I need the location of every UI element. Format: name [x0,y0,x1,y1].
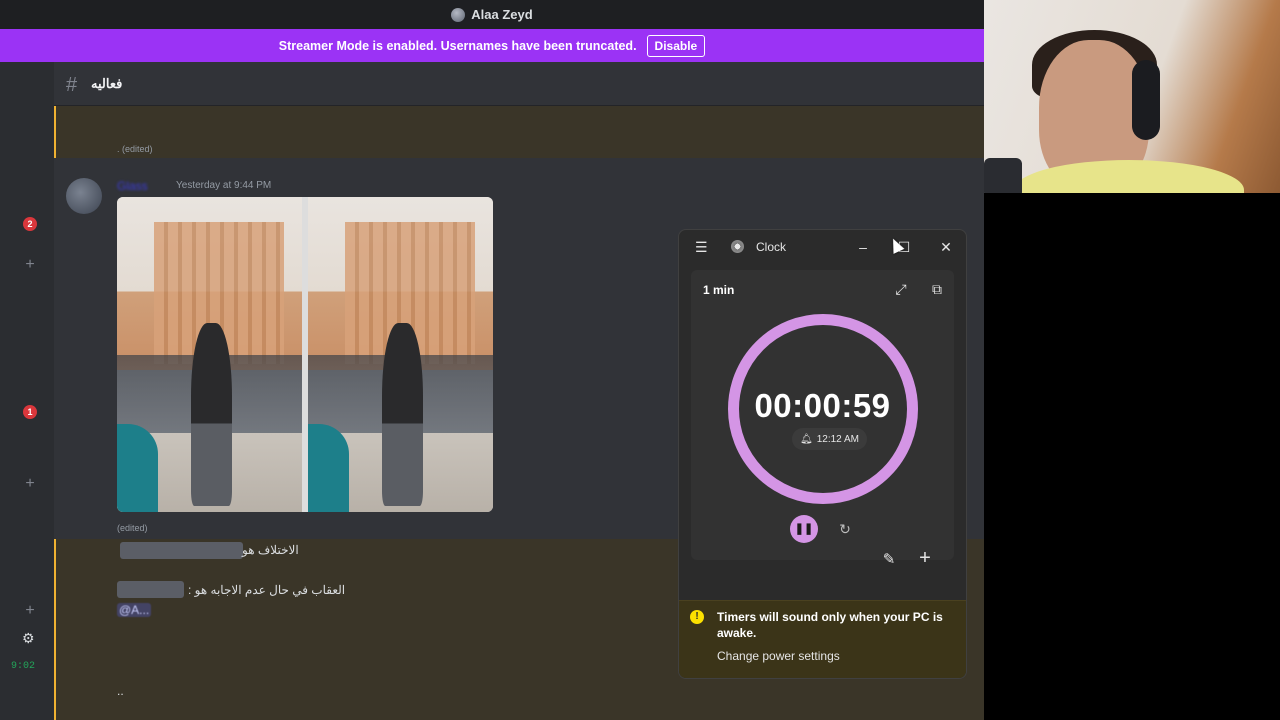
clock-app-icon [731,240,744,253]
plus-icon[interactable]: + [913,546,937,570]
message-text: الاختلاف هو [242,543,299,557]
message-text: العقاب في حال عدم الاجابه هو : [188,583,346,597]
add-server-icon[interactable]: + [22,602,38,620]
alarm-time-badge: 🔔︎ 12:12 AM [792,428,867,450]
pencil-icon[interactable]: ✎ [877,548,901,572]
window-title: Alaa Zeyd [471,7,533,22]
compact-overlay-icon[interactable]: ⧉ [927,279,947,299]
edited-label: (edited) [117,523,148,533]
alarm-time: 12:12 AM [816,433,859,445]
channel-name: فعاليه [91,76,123,91]
change-power-settings-link[interactable]: Change power settings [717,649,840,663]
expand-icon[interactable]: ⤢ [891,279,911,299]
minimize-icon[interactable]: – [851,235,875,259]
timer-countdown: 00:00:59 [754,387,891,424]
clock-time-label: 9:02 [11,661,36,672]
notification-badge: 1 [23,405,37,419]
app-title: Clock [756,240,787,254]
edited-label: . (edited) [117,144,153,154]
hashtag-icon: # [66,74,78,96]
stream-background [984,193,1280,720]
webcam-overlay [984,0,1280,193]
disable-streamer-mode-button[interactable]: Disable [646,34,706,57]
close-icon[interactable]: ✕ [934,235,958,259]
pause-button[interactable]: ❚❚ [790,515,818,543]
bell-icon: 🔔︎ [800,433,813,445]
streamer-mode-banner: Streamer Mode is enabled. Usernames have… [0,29,984,62]
user-avatar-icon [451,7,466,22]
message-author[interactable]: Glass [117,179,148,193]
hamburger-icon[interactable]: ☰ [695,239,708,256]
image-panel-left [117,197,302,512]
image-panel-right [308,197,493,512]
timer-name: 1 min [703,283,735,297]
spoiler-text[interactable] [120,542,243,559]
reset-button[interactable]: ↻ [831,515,859,543]
channel-header: # فعاليه [0,62,984,106]
avatar[interactable] [66,178,102,214]
message-image-attachment[interactable] [117,197,493,512]
clock-titlebar: ☰ Clock – ☐ ✕ [679,230,966,264]
spoiler-text[interactable] [117,581,184,598]
power-notice-bar: ! Timers will sound only when your PC is… [679,600,966,678]
streamer-mode-text: Streamer Mode is enabled. Usernames have… [278,38,637,53]
server-rail [0,62,54,720]
add-server-icon[interactable]: + [22,475,38,493]
warning-icon: ! [690,610,704,624]
user-mention[interactable]: @A... [117,603,152,617]
clock-app-window: ☰ Clock – ☐ ✕ 1 min ⤢ ⧉ 00:00:59 🔔︎ 12:1… [678,229,967,679]
highlighted-message [54,106,984,158]
notice-text: Timers will sound only when your PC is a… [717,610,943,640]
notification-badge: 2 [23,217,37,231]
window-titlebar: Alaa Zeyd [0,0,984,29]
message-timestamp: Yesterday at 9:44 PM [176,180,272,191]
settings-gear-icon[interactable]: ⚙ [22,630,35,647]
timer-card: 1 min ⤢ ⧉ 00:00:59 🔔︎ 12:12 AM ❚❚ ↻ [691,270,954,560]
add-server-icon[interactable]: + [22,256,38,274]
message-text: .. [117,684,124,698]
